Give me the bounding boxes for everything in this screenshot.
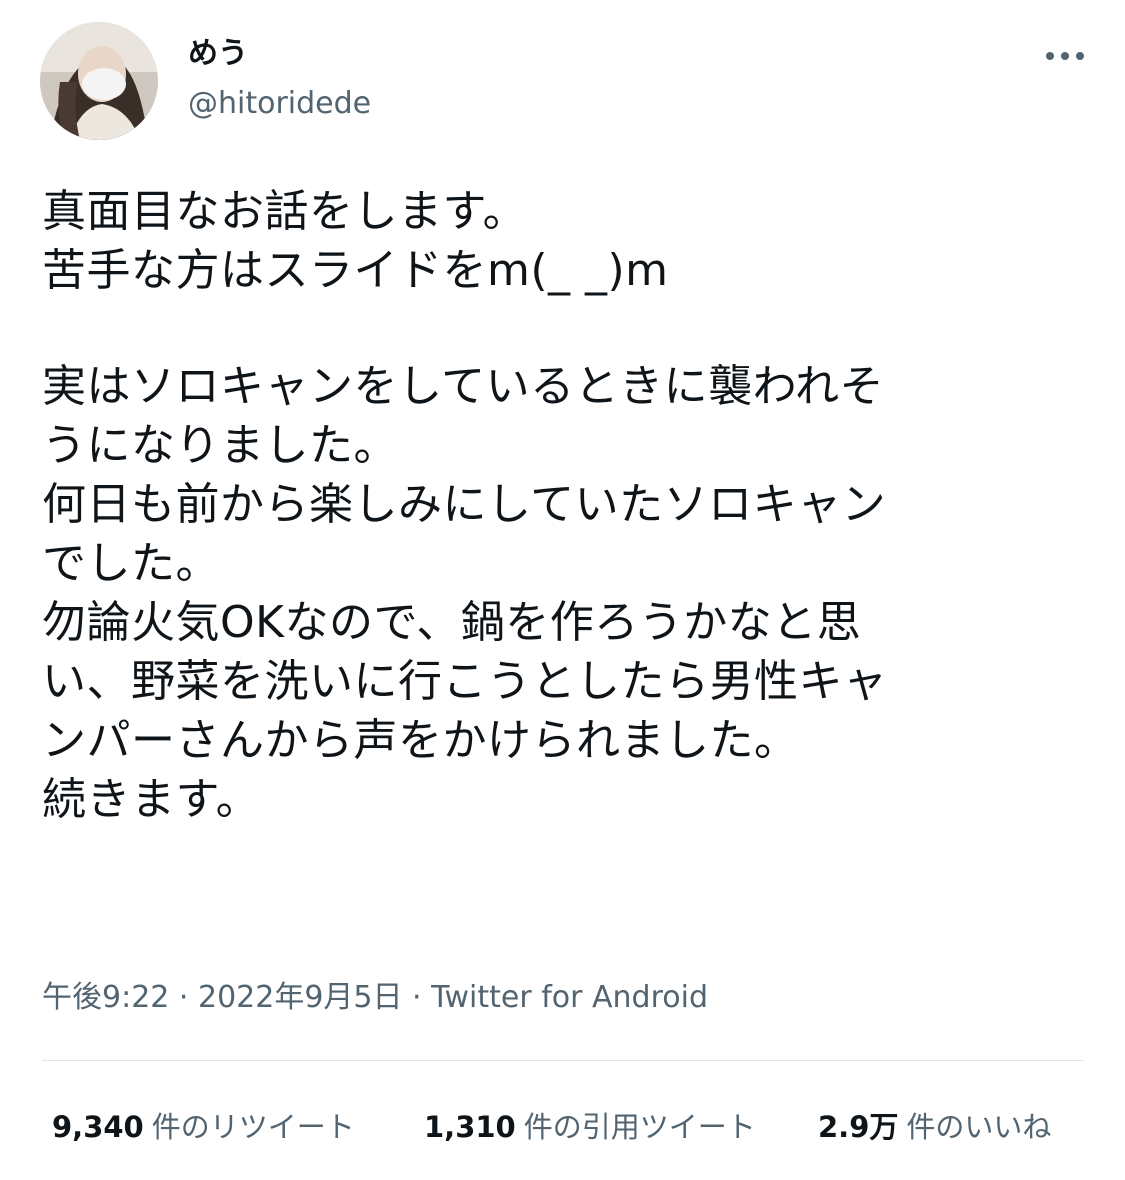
tweet-text-line: でした。 xyxy=(42,538,220,589)
tweet-source[interactable]: Twitter for Android xyxy=(431,980,708,1015)
retweets-label: 件のリツイート xyxy=(151,1110,355,1144)
likes-label: 件のいいね xyxy=(906,1110,1052,1144)
author-display-name[interactable]: めう xyxy=(188,34,248,74)
tweet-text-line xyxy=(42,300,1082,357)
tweet-time[interactable]: 午後9:22 xyxy=(42,980,169,1015)
tweet-text-line: うになりました。 xyxy=(42,420,398,471)
likes-count: 2.9万 xyxy=(818,1110,899,1144)
tweet-text-line: 勿論火気OKなので、鍋を作ろうかなと思 xyxy=(42,597,862,648)
retweets-count: 9,340 xyxy=(52,1110,144,1144)
quotes-label: 件の引用ツイート xyxy=(523,1110,756,1144)
more-horizontal-icon xyxy=(1046,52,1084,60)
tweet-text-line: 実はソロキャンをしているときに襲われそ xyxy=(42,361,884,412)
meta-separator: · xyxy=(169,980,198,1015)
avatar[interactable] xyxy=(40,22,158,140)
tweet-text-line: い、野菜を洗いに行こうとしたら男性キャ xyxy=(42,656,888,707)
quotes-count: 1,310 xyxy=(424,1110,516,1144)
retweets-stat[interactable]: 9,340 件のリツイート xyxy=(52,1105,355,1149)
tweet-metadata: 午後9:22 · 2022年9月5日 · Twitter for Android xyxy=(42,978,708,1018)
avatar-image xyxy=(40,22,158,140)
likes-stat[interactable]: 2.9万 件のいいね xyxy=(818,1105,1051,1149)
meta-separator: · xyxy=(402,980,432,1015)
tweet-text-line: 続きます。 xyxy=(42,774,261,825)
tweet-text-line: ンパーさんから声をかけられました。 xyxy=(42,715,799,766)
tweet-text: 真面目なお話をします。 苦手な方はスライドをm(_ _)m 実はソロキャンをして… xyxy=(42,182,1082,829)
tweet-date[interactable]: 2022年9月5日 xyxy=(198,980,403,1015)
tweet-text-line: 苦手な方はスライドをm(_ _)m xyxy=(42,245,669,296)
quotes-stat[interactable]: 1,310 件の引用ツイート xyxy=(424,1105,756,1149)
author-handle[interactable]: @hitoridede xyxy=(188,84,371,124)
more-options-button[interactable] xyxy=(1040,36,1090,76)
tweet-detail: めう @hitoridede 真面目なお話をします。 苦手な方はスライドをm(_… xyxy=(0,0,1125,1180)
divider xyxy=(42,1060,1084,1061)
tweet-text-line: 真面目なお話をします。 xyxy=(42,186,528,237)
tweet-text-line: 何日も前から楽しみにしていたソロキャン xyxy=(42,479,887,530)
